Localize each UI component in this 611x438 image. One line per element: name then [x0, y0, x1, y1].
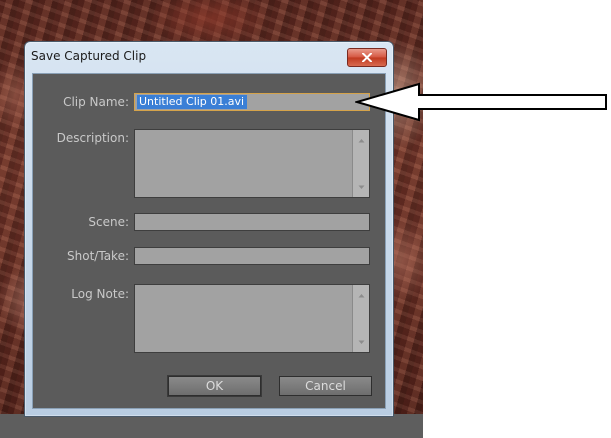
description-label: Description:	[56, 131, 129, 145]
log-note-textarea[interactable]	[134, 284, 370, 353]
clip-name-label: Clip Name:	[63, 95, 129, 109]
description-scrollbar[interactable]	[352, 130, 369, 197]
ok-button[interactable]: OK	[167, 375, 262, 397]
close-button[interactable]	[347, 48, 387, 67]
scene-label: Scene:	[88, 215, 129, 229]
cancel-button[interactable]: Cancel	[279, 376, 372, 396]
background-bottom-bar	[0, 414, 423, 438]
left-arrow-icon	[355, 82, 607, 122]
description-textarea[interactable]	[134, 129, 370, 198]
shot-take-input[interactable]	[134, 247, 370, 265]
scroll-up-arrow-icon[interactable]	[353, 132, 369, 148]
clip-name-value: Untitled Clip 01.avi	[137, 95, 248, 109]
save-captured-clip-dialog: Save Captured Clip Clip Name: Untitled C…	[24, 41, 394, 417]
scroll-down-arrow-icon[interactable]	[353, 179, 369, 195]
clip-name-input[interactable]: Untitled Clip 01.avi	[134, 93, 370, 111]
log-note-scrollbar[interactable]	[352, 285, 369, 352]
dialog-content-panel: Clip Name: Untitled Clip 01.avi Descript…	[32, 73, 386, 409]
log-note-label: Log Note:	[71, 287, 129, 301]
dialog-title: Save Captured Clip	[31, 49, 147, 63]
dialog-titlebar[interactable]: Save Captured Clip	[25, 42, 393, 72]
scroll-up-arrow-icon[interactable]	[353, 287, 369, 303]
scene-input[interactable]	[134, 213, 370, 231]
shot-take-label: Shot/Take:	[67, 249, 129, 263]
scroll-down-arrow-icon[interactable]	[353, 334, 369, 350]
close-x-icon	[362, 53, 372, 62]
